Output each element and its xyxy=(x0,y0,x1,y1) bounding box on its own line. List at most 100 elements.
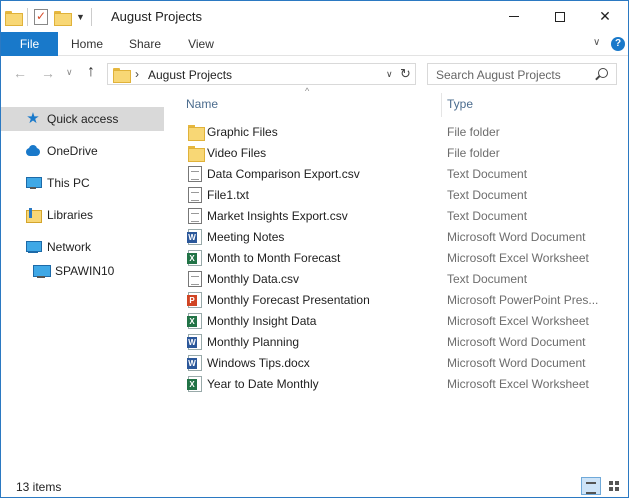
file-name: Monthly Insight Data xyxy=(207,314,317,328)
file-row[interactable]: Graphic Files File folder xyxy=(179,122,628,143)
window-title: August Projects xyxy=(111,9,203,24)
toolbar-divider xyxy=(90,8,92,26)
sidebar-item-onedrive[interactable]: OneDrive xyxy=(1,139,164,163)
maximize-button[interactable] xyxy=(537,1,583,32)
toolbar-divider xyxy=(27,8,28,26)
column-divider[interactable] xyxy=(441,93,442,117)
word-document-icon xyxy=(187,334,202,350)
sidebar-item-label: Network xyxy=(47,240,92,254)
file-row[interactable]: Monthly Data.csv Text Document xyxy=(179,269,628,290)
close-icon: ✕ xyxy=(599,8,611,24)
sidebar-item-label: Quick access xyxy=(47,112,119,126)
close-button[interactable]: ✕ xyxy=(582,1,628,32)
navigation-pane: ★ Quick access OneDrive This PC Librarie… xyxy=(1,94,171,474)
file-type: Microsoft Excel Worksheet xyxy=(447,377,589,391)
file-row[interactable]: Monthly Forecast Presentation Microsoft … xyxy=(179,290,628,311)
large-icons-view-button[interactable] xyxy=(605,477,625,495)
file-row[interactable]: Monthly Planning Microsoft Word Document xyxy=(179,332,628,353)
tab-share[interactable]: Share xyxy=(123,32,167,56)
expand-ribbon-chevron-icon[interactable]: ∨ xyxy=(593,37,600,48)
tab-view[interactable]: View xyxy=(181,32,221,56)
text-file-icon xyxy=(188,187,202,203)
computer-icon xyxy=(25,175,42,191)
tab-file[interactable]: File xyxy=(1,32,58,56)
file-type: Text Document xyxy=(447,272,528,286)
sidebar-item-quick-access[interactable]: ★ Quick access xyxy=(1,107,164,131)
sidebar-item-this-pc[interactable]: This PC xyxy=(1,171,164,195)
customize-toolbar-chevron-icon[interactable]: ▼ xyxy=(76,12,85,22)
file-type: Text Document xyxy=(447,188,528,202)
file-type: Text Document xyxy=(447,209,528,223)
file-type: Microsoft Word Document xyxy=(447,335,586,349)
file-row[interactable]: Month to Month Forecast Microsoft Excel … xyxy=(179,248,628,269)
explorer-window: ▼ August Projects ✕ File Home Share View… xyxy=(0,0,629,498)
breadcrumb[interactable]: August Projects xyxy=(148,68,232,82)
folder-icon xyxy=(188,124,205,141)
file-name: Video Files xyxy=(207,146,267,160)
sidebar-item-label: SPAWIN10 xyxy=(55,264,115,278)
minimize-button[interactable] xyxy=(491,1,537,32)
new-folder-icon[interactable] xyxy=(54,10,72,26)
column-header-name[interactable]: Name xyxy=(186,97,218,111)
file-name: File1.txt xyxy=(207,188,250,202)
search-input[interactable]: Search August Projects xyxy=(427,63,617,85)
search-icon[interactable] xyxy=(598,68,608,78)
file-name: Data Comparison Export.csv xyxy=(207,167,360,181)
excel-worksheet-icon xyxy=(187,313,202,329)
address-bar[interactable]: › August Projects ∨ ↻ xyxy=(107,63,416,85)
file-name: Monthly Data.csv xyxy=(207,272,300,286)
star-icon: ★ xyxy=(26,110,40,127)
text-file-icon xyxy=(188,166,202,182)
folder-icon[interactable] xyxy=(5,10,23,26)
address-history-chevron-icon[interactable]: ∨ xyxy=(386,69,393,80)
breadcrumb-separator[interactable]: › xyxy=(135,67,139,81)
word-document-icon xyxy=(187,229,202,245)
file-type: File folder xyxy=(447,146,500,160)
forward-arrow-icon[interactable]: → xyxy=(41,65,55,81)
up-arrow-icon[interactable]: ↑ xyxy=(87,63,95,81)
file-row[interactable]: Year to Date Monthly Microsoft Excel Wor… xyxy=(179,374,628,395)
navigation-bar: ← → ∨ ↑ › August Projects ∨ ↻ Search Aug… xyxy=(1,57,628,91)
file-name: Graphic Files xyxy=(207,125,278,139)
sidebar-item-spawin10[interactable]: SPAWIN10 xyxy=(1,259,164,283)
file-type: Microsoft Excel Worksheet xyxy=(447,251,589,265)
excel-worksheet-icon xyxy=(187,376,202,392)
minimize-icon xyxy=(509,16,519,17)
libraries-icon xyxy=(25,207,42,223)
refresh-icon[interactable]: ↻ xyxy=(400,66,411,82)
recent-locations-chevron-icon[interactable]: ∨ xyxy=(66,67,73,78)
file-type: Microsoft PowerPoint Pres... xyxy=(447,293,599,307)
sidebar-item-label: This PC xyxy=(47,176,90,190)
properties-icon[interactable] xyxy=(34,9,48,25)
details-view-button[interactable] xyxy=(581,477,601,495)
file-row[interactable]: Data Comparison Export.csv Text Document xyxy=(179,164,628,185)
sidebar-item-label: Libraries xyxy=(47,208,94,222)
ribbon-tabs: File Home Share View ∨ ? xyxy=(1,32,628,56)
help-icon[interactable]: ? xyxy=(611,37,625,51)
back-arrow-icon[interactable]: ← xyxy=(13,65,27,81)
word-document-icon xyxy=(187,355,202,371)
file-name: Monthly Forecast Presentation xyxy=(207,293,370,307)
text-file-icon xyxy=(188,208,202,224)
item-count: 13 items xyxy=(16,480,62,494)
computer-icon xyxy=(33,263,51,279)
file-row[interactable]: Market Insights Export.csv Text Document xyxy=(179,206,628,227)
file-row[interactable]: Video Files File folder xyxy=(179,143,628,164)
file-row[interactable]: Monthly Insight Data Microsoft Excel Wor… xyxy=(179,311,628,332)
file-type: Text Document xyxy=(447,167,528,181)
file-row[interactable]: Windows Tips.docx Microsoft Word Documen… xyxy=(179,353,628,374)
file-list-view: ^ Name Type Graphic Files File folder Vi… xyxy=(179,86,628,474)
file-type: File folder xyxy=(447,125,500,139)
sort-ascending-icon: ^ xyxy=(305,86,310,96)
column-header-type[interactable]: Type xyxy=(447,97,473,111)
tab-home[interactable]: Home xyxy=(65,32,109,56)
powerpoint-presentation-icon xyxy=(187,292,202,308)
sidebar-item-libraries[interactable]: Libraries xyxy=(1,203,164,227)
folder-icon xyxy=(188,145,205,162)
file-row[interactable]: File1.txt Text Document xyxy=(179,185,628,206)
file-name: Windows Tips.docx xyxy=(207,356,310,370)
search-placeholder: Search August Projects xyxy=(436,68,561,82)
cloud-icon xyxy=(25,143,41,159)
sidebar-item-network[interactable]: Network xyxy=(1,235,164,259)
file-row[interactable]: Meeting Notes Microsoft Word Document xyxy=(179,227,628,248)
